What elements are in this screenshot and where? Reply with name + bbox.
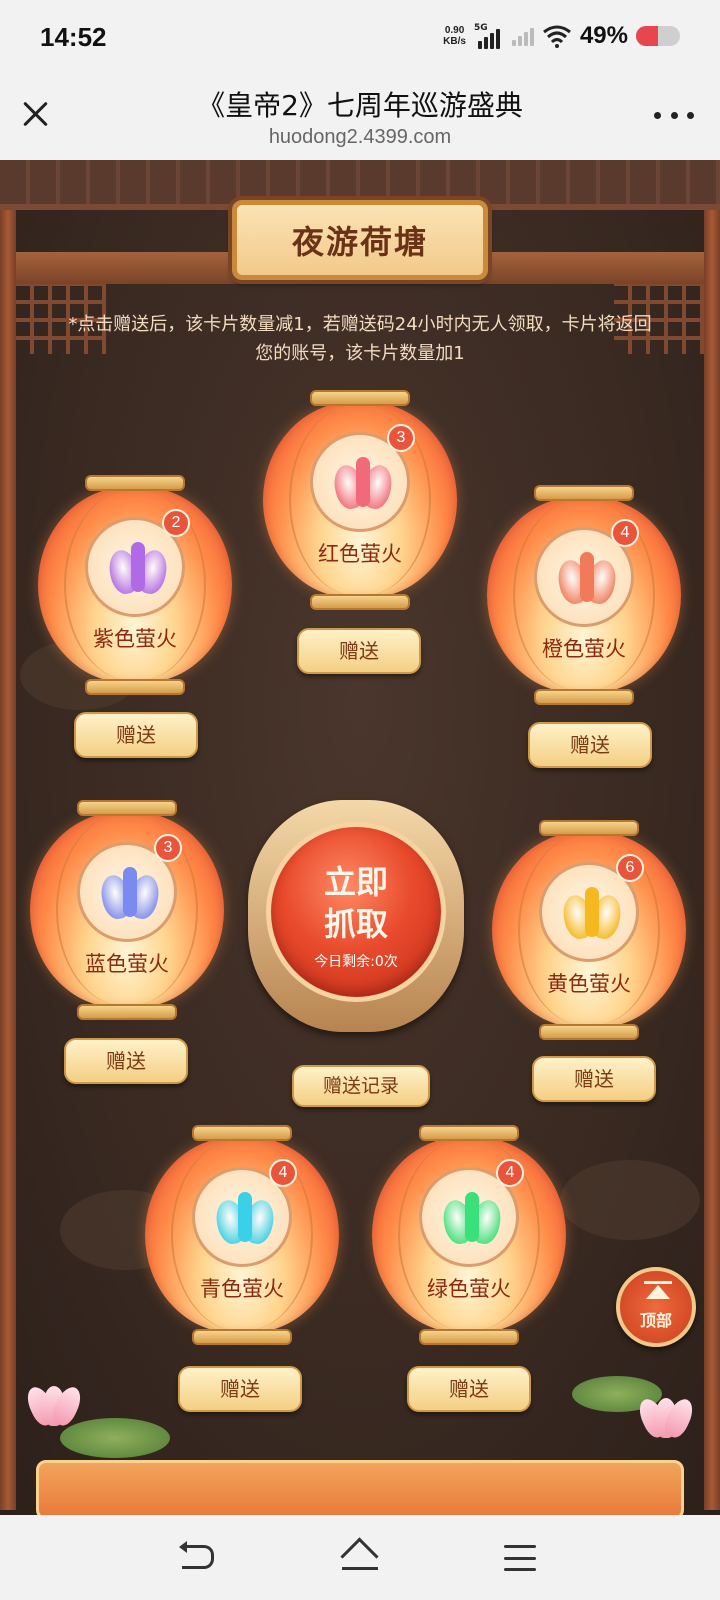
status-icons: 0.90 KB/s 5G 49% <box>443 22 680 50</box>
lantern-cyan: 4 青色萤火 <box>145 1125 339 1347</box>
menu-icon[interactable] <box>504 1545 536 1571</box>
firefly-icon <box>212 1186 278 1252</box>
lantern-orange: 4 橙色萤火 <box>487 485 681 707</box>
gift-button-blue[interactable]: 赠送 <box>64 1038 188 1084</box>
firefly-icon <box>439 1186 505 1252</box>
home-icon[interactable] <box>342 1541 378 1571</box>
gift-record-button[interactable]: 赠送记录 <box>292 1065 430 1107</box>
remaining-count: 今日剩余:0次 <box>314 954 398 970</box>
count-badge: 4 <box>496 1159 524 1187</box>
status-bar: 14:52 0.90 KB/s 5G 49% <box>0 0 720 78</box>
section-title: 夜游荷塘 <box>232 200 488 280</box>
lantern-purple: 2 紫色萤火 <box>38 475 232 697</box>
arrow-up-icon <box>646 1285 670 1299</box>
signal-5g-icon: 5G <box>474 23 504 49</box>
count-badge: 4 <box>269 1159 297 1187</box>
gift-button-cyan[interactable]: 赠送 <box>178 1366 302 1412</box>
wifi-icon <box>543 25 571 48</box>
gift-button-orange[interactable]: 赠送 <box>528 722 652 768</box>
count-badge: 6 <box>616 854 644 882</box>
system-nav-bar <box>0 1515 720 1600</box>
gift-button-red[interactable]: 赠送 <box>297 628 421 674</box>
lantern-label: 橙色萤火 <box>542 637 626 661</box>
firefly-icon <box>559 881 625 947</box>
count-badge: 3 <box>154 834 182 862</box>
gift-button-purple[interactable]: 赠送 <box>74 712 198 758</box>
firefly-icon <box>330 451 396 517</box>
count-badge: 2 <box>162 509 190 537</box>
page-title: 《皇帝2》七周年巡游盛典 <box>197 89 523 122</box>
lantern-label: 黄色萤火 <box>547 972 631 996</box>
browser-header: 《皇帝2》七周年巡游盛典 huodong2.4399.com <box>0 78 720 160</box>
bottom-banner <box>36 1460 684 1515</box>
pillar-right <box>704 210 720 1510</box>
notice-text: *点击赠送后，该卡片数量减1，若赠送码24小时内无人领取，卡片将返回您的账号，该… <box>68 314 652 364</box>
pond-leaf <box>560 1160 700 1240</box>
count-badge: 3 <box>387 424 415 452</box>
firefly-icon <box>105 536 171 602</box>
firefly-icon <box>97 861 163 927</box>
more-icon[interactable] <box>654 112 694 122</box>
firefly-icon <box>554 546 620 612</box>
lantern-label: 青色萤火 <box>200 1277 284 1301</box>
lantern-label: 紫色萤火 <box>93 627 177 651</box>
lantern-green: 4 绿色萤火 <box>372 1125 566 1347</box>
battery-percent: 49% <box>579 22 628 49</box>
network-speed: 0.90 KB/s <box>443 25 466 47</box>
lantern-label: 红色萤火 <box>318 542 402 566</box>
gift-button-green[interactable]: 赠送 <box>407 1366 531 1412</box>
lantern-label: 蓝色萤火 <box>85 952 169 976</box>
clock: 14:52 <box>40 22 107 52</box>
signal-secondary-icon <box>511 26 534 46</box>
page-url: huodong2.4399.com <box>268 126 452 148</box>
lotus-flower <box>22 1380 86 1429</box>
count-badge: 4 <box>611 519 639 547</box>
lantern-blue: 3 蓝色萤火 <box>30 800 224 1022</box>
battery-icon <box>636 26 680 46</box>
lantern-yellow: 6 黄色萤火 <box>492 820 686 1042</box>
lotus-flower <box>634 1392 698 1441</box>
back-icon[interactable] <box>179 1541 214 1569</box>
gift-button-yellow[interactable]: 赠送 <box>532 1056 656 1102</box>
back-to-top-button[interactable]: 顶部 <box>616 1267 696 1347</box>
catch-now-button[interactable]: 立即 抓取 今日剩余:0次 <box>266 822 446 1002</box>
lantern-red: 3 红色萤火 <box>263 390 457 612</box>
pillar-left <box>0 210 16 1510</box>
close-icon[interactable] <box>18 96 54 132</box>
lantern-label: 绿色萤火 <box>427 1277 511 1301</box>
event-content: 夜游荷塘 *点击赠送后，该卡片数量减1，若赠送码24小时内无人领取，卡片将返回您… <box>0 160 720 1515</box>
